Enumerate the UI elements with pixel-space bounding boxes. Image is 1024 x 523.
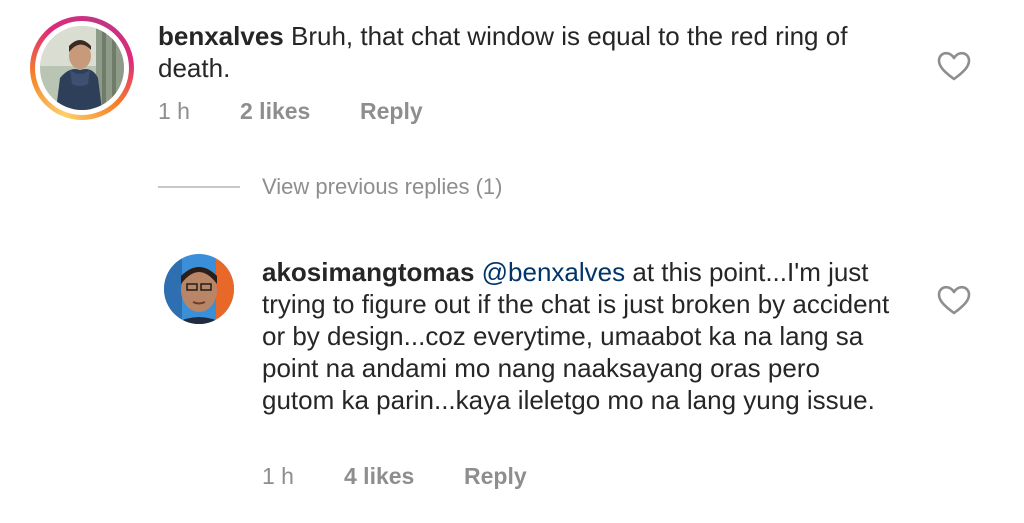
- replies-divider: [158, 186, 240, 188]
- username-link[interactable]: akosimangtomas: [262, 257, 474, 287]
- avatar[interactable]: [40, 26, 124, 110]
- heart-outline-icon[interactable]: [937, 51, 971, 81]
- likes-count-link[interactable]: 2 likes: [240, 98, 360, 125]
- reply-button[interactable]: Reply: [360, 98, 423, 125]
- comment-akosimangtomas: akosimangtomas @benxalves at this point.…: [0, 240, 1024, 523]
- likes-count-link[interactable]: 4 likes: [344, 463, 464, 490]
- reply-button[interactable]: Reply: [464, 463, 527, 490]
- view-previous-replies[interactable]: View previous replies (1): [158, 174, 502, 200]
- comment-time: 1 h: [262, 463, 294, 489]
- mention-link[interactable]: @benxalves: [482, 257, 625, 287]
- comment-meta: 1 h 4 likes Reply: [262, 463, 527, 490]
- username-link[interactable]: benxalves: [158, 21, 284, 51]
- heart-outline-icon[interactable]: [937, 285, 971, 315]
- comment-text: akosimangtomas @benxalves at this point.…: [262, 256, 892, 416]
- comment-benxalves: benxalves Bruh, that chat window is equa…: [0, 0, 1024, 150]
- comment-meta: 1 h 2 likes Reply: [158, 98, 423, 125]
- comment-text: benxalves Bruh, that chat window is equa…: [158, 20, 888, 84]
- avatar[interactable]: [164, 254, 234, 324]
- comment-time: 1 h: [158, 98, 190, 124]
- view-previous-replies-label[interactable]: View previous replies (1): [262, 174, 502, 200]
